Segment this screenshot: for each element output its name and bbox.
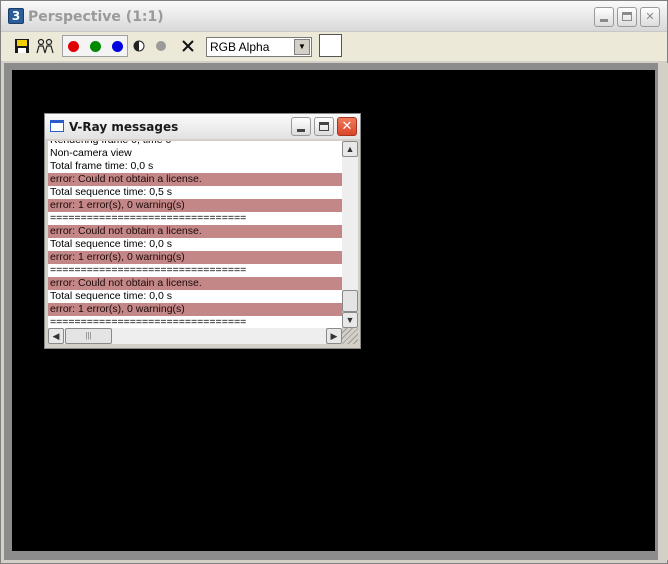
toolbar: RGB Alpha ▼	[1, 32, 667, 61]
title-bar[interactable]: 3 Perspective (1:1) ✕	[1, 1, 667, 32]
message-line: Total sequence time: 0,5 s	[50, 186, 172, 198]
error-message-line: error: Could not obtain a license.	[48, 277, 342, 290]
chevron-right-icon: ▶	[330, 331, 338, 341]
mono-icon	[156, 41, 166, 51]
window-icon	[50, 120, 64, 132]
close-button[interactable]: ✕	[640, 7, 660, 27]
channel-group	[62, 35, 128, 57]
close-icon: ✕	[645, 10, 655, 23]
mono-button[interactable]	[151, 36, 171, 56]
error-message-line: error: Could not obtain a license.	[48, 173, 342, 186]
vertical-scrollbar[interactable]: ▲ ▼	[342, 141, 358, 328]
error-message-line: error: 1 error(s), 0 warning(s)	[48, 199, 342, 212]
scroll-down-button[interactable]: ▼	[342, 312, 358, 328]
scroll-left-button[interactable]: ◀	[48, 328, 64, 344]
channel-display-value: RGB Alpha	[210, 40, 270, 54]
error-message-line: error: 1 error(s), 0 warning(s)	[48, 303, 342, 316]
green-channel-icon[interactable]	[90, 41, 101, 52]
clone-button[interactable]	[35, 36, 55, 56]
maximize-icon	[622, 12, 632, 21]
message-log[interactable]: Rendering frame 0, time 0Non-camera view…	[48, 141, 342, 328]
blue-channel-icon[interactable]	[112, 41, 123, 52]
vray-title-bar[interactable]: V-Ray messages ✕	[45, 114, 360, 139]
window-edge	[658, 63, 668, 560]
message-line: ================================	[50, 212, 247, 224]
maximize-button[interactable]	[617, 7, 637, 27]
vertical-scroll-thumb[interactable]	[342, 290, 358, 312]
alpha-channel-icon	[133, 40, 145, 52]
color-swatch[interactable]	[319, 34, 342, 57]
vray-title: V-Ray messages	[69, 120, 179, 134]
chevron-up-icon: ▲	[345, 144, 355, 154]
maximize-icon	[319, 122, 329, 131]
scroll-right-button[interactable]: ▶	[326, 328, 342, 344]
clear-button[interactable]	[178, 36, 198, 56]
alpha-channel-button[interactable]	[129, 36, 149, 56]
close-icon: ✕	[341, 119, 353, 134]
message-line: Total sequence time: 0,0 s	[50, 238, 172, 250]
dropdown-arrow-icon[interactable]: ▼	[294, 39, 310, 55]
message-line: ================================	[50, 264, 247, 276]
message-line: Total frame time: 0,0 s	[50, 160, 154, 172]
message-line: Total sequence time: 0,0 s	[50, 290, 172, 302]
vray-close-button[interactable]: ✕	[337, 117, 357, 136]
resize-grip[interactable]	[342, 328, 358, 344]
vray-maximize-button[interactable]	[314, 117, 334, 136]
message-line: ================================	[50, 316, 247, 328]
minimize-button[interactable]	[594, 7, 614, 27]
clone-icon	[36, 38, 54, 54]
minimize-icon	[600, 19, 608, 22]
minimize-icon	[297, 129, 305, 132]
message-line: Non-camera view	[50, 147, 132, 159]
red-channel-icon[interactable]	[68, 41, 79, 52]
horizontal-scroll-thumb[interactable]: |||	[65, 328, 112, 344]
scroll-up-button[interactable]: ▲	[342, 141, 358, 157]
save-button[interactable]	[12, 36, 32, 56]
error-message-line: error: Could not obtain a license.	[48, 225, 342, 238]
chevron-down-icon: ▼	[345, 315, 355, 325]
vray-minimize-button[interactable]	[291, 117, 311, 136]
channel-display-select[interactable]: RGB Alpha ▼	[206, 37, 312, 57]
horizontal-scrollbar[interactable]: ◀ ||| ▶	[48, 328, 342, 344]
vray-messages-window: V-Ray messages ✕ Rendering frame 0, time…	[44, 113, 361, 349]
error-message-line: error: 1 error(s), 0 warning(s)	[48, 251, 342, 264]
app-icon[interactable]: 3	[8, 8, 24, 24]
window-title: Perspective (1:1)	[28, 9, 164, 25]
clear-icon	[182, 40, 194, 52]
chevron-left-icon: ◀	[52, 331, 60, 341]
save-icon	[15, 39, 29, 53]
